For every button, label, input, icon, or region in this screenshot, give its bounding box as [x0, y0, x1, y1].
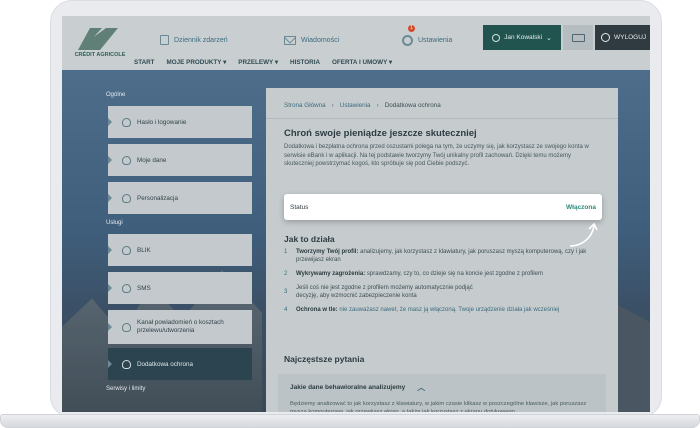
main-nav: START MOJE PRODUKTY ▾ PRZELEWY ▾ HISTORI…	[62, 54, 483, 70]
nav-item-history[interactable]: HISTORIA	[290, 59, 320, 66]
list-item: 2 Wykrywamy zagrożenia: sprawdzamy, czy …	[284, 270, 602, 278]
fingerprint-icon	[122, 193, 131, 203]
messages-link-label: Wiadomości	[301, 36, 340, 44]
step-text: Tworzymy Twój profil: analizujemy, jak k…	[296, 248, 602, 264]
chevron-up-icon: ︿	[417, 383, 426, 392]
sidebar-item-label: Hasło i logowanie	[137, 118, 187, 126]
list-item: 3 Jeśli coś nie jest zgodne z profilem m…	[284, 284, 602, 300]
step-number: 3	[284, 289, 288, 295]
sidebar-section-services: Usługi	[106, 220, 123, 226]
power-icon	[601, 33, 610, 42]
logo-mark-icon	[78, 28, 118, 50]
sidebar-item-password[interactable]: Hasło i logowanie	[108, 106, 252, 138]
step-text: Jeśli coś nie jest zgodne z profilem moż…	[296, 284, 496, 300]
status-value[interactable]: Włączona	[566, 204, 596, 211]
messages-link[interactable]: Wiadomości	[284, 32, 339, 48]
fingerprint-icon	[122, 322, 131, 332]
user-menu-button[interactable]: Jan Kowalski ⌄	[483, 25, 561, 50]
breadcrumb-separator-icon: ›	[376, 102, 379, 109]
sidebar-item-label: Personalizacja	[137, 194, 178, 202]
nav-item-offers[interactable]: OFERTA I UMOWY ▾	[332, 59, 392, 66]
step-text: Ochrona w tle: nie zauważasz nawet, że m…	[296, 306, 559, 314]
status-label: Status	[290, 203, 309, 211]
page-title: Chroń swoje pieniądze jeszcze skutecznie…	[284, 128, 477, 139]
how-it-works-title: Jak to działa	[284, 234, 335, 244]
faq-item[interactable]: Jakie dane behawioralne analizujemy ︿ Bę…	[278, 374, 606, 412]
settings-link-label: Ustawienia	[418, 36, 453, 44]
faq-question-label: Jakie dane behawioralne analizujemy	[290, 384, 406, 391]
step-number: 1	[284, 249, 288, 255]
user-icon	[492, 33, 501, 42]
sidebar-item-extra-protection[interactable]: Dodatkowa ochrona	[108, 348, 252, 380]
sidebar-item-label: BLIK	[137, 246, 151, 254]
nav-item-products[interactable]: MOJE PRODUKTY ▾	[167, 59, 227, 66]
step-body: sprawdzamy, czy to, co dzieje się na kon…	[365, 271, 543, 277]
sidebar-item-notification-channel[interactable]: Kanał powiadomień o kosztach przelewu/ut…	[108, 310, 252, 344]
sidebar-item-personalization[interactable]: Personalizacja	[108, 182, 252, 214]
breadcrumb-current: Dodatkowa ochrona	[384, 102, 441, 109]
transfer-icon	[571, 33, 585, 42]
sidebar-section-general: Ogólne	[106, 92, 126, 98]
fingerprint-icon	[122, 245, 131, 255]
calendar-icon	[160, 35, 169, 45]
faq-answer: Będziemy analizować to jak korzystasz z …	[290, 401, 587, 412]
settings-sidebar: Ogólne Hasło i logowanie Moje dane Perso…	[102, 70, 262, 412]
sidebar-item-blik[interactable]: BLIK	[108, 234, 252, 266]
page-description: Dodatkowa i bezpłatna ochrona przed oszu…	[284, 144, 589, 167]
history-link-label: Dziennik zdarzeń	[174, 36, 228, 44]
sidebar-item-label: Moje dane	[137, 156, 167, 164]
faq-title: Najczęstsze pytania	[284, 354, 365, 364]
sidebar-section-other: Serwisy i limity	[106, 386, 146, 392]
list-item: 4 Ochrona w tle: nie zauważasz nawet, że…	[284, 306, 602, 314]
step-number: 4	[284, 307, 288, 313]
gear-icon	[402, 34, 413, 46]
breadcrumb-settings[interactable]: Ustawienia	[340, 102, 371, 109]
fingerprint-icon	[122, 283, 131, 293]
pointer-arrow-icon	[569, 222, 598, 247]
laptop-base	[0, 414, 700, 428]
step-bold: Ochrona w tle:	[296, 307, 338, 313]
quick-transfer-button[interactable]	[563, 25, 593, 50]
step-body: Jeśli coś nie jest zgodne z profilem moż…	[296, 285, 473, 299]
fingerprint-icon	[122, 117, 131, 127]
sidebar-item-label: Dodatkowa ochrona	[137, 360, 194, 368]
breadcrumb: Strona Główna › Ustawienia › Dodatkowa o…	[284, 102, 441, 109]
main-panel: Strona Główna › Ustawienia › Dodatkowa o…	[266, 88, 618, 412]
step-bold: Wykrywamy zagrożenia:	[296, 271, 366, 277]
divider	[266, 118, 618, 119]
envelope-icon	[284, 35, 296, 45]
step-number: 2	[284, 271, 288, 277]
faq-question[interactable]: Jakie dane behawioralne analizujemy ︿	[290, 382, 425, 393]
status-card: Status Włączona	[284, 194, 602, 220]
step-bold: Tworzymy Twój profil:	[296, 249, 359, 255]
sidebar-item-my-data[interactable]: Moje dane	[108, 144, 252, 176]
settings-link[interactable]: Ustawienia	[402, 32, 452, 48]
step-body: nie zauważasz nawet, że masz ją włączoną…	[337, 307, 560, 313]
nav-item-transfers[interactable]: PRZELEWY ▾	[238, 59, 278, 66]
list-item: 1 Tworzymy Twój profil: analizujemy, jak…	[284, 248, 602, 264]
user-name: Jan Kowalski	[504, 34, 543, 41]
screen: CRÉDIT AGRICOLE Dziennik zdarzeń Wiadomo…	[62, 16, 650, 412]
step-text: Wykrywamy zagrożenia: sprawdzamy, czy to…	[296, 270, 543, 278]
logout-label: WYLOGUJ	[614, 34, 647, 41]
notification-badge: 1	[408, 25, 415, 32]
chevron-down-icon: ⌄	[546, 34, 552, 42]
sidebar-item-label: Kanał powiadomień o kosztach przelewu/ut…	[137, 319, 224, 334]
fingerprint-icon	[122, 359, 131, 369]
breadcrumb-home[interactable]: Strona Główna	[284, 102, 326, 109]
logout-button[interactable]: WYLOGUJ	[595, 25, 650, 50]
sidebar-item-label: SMS	[137, 284, 151, 292]
app-header: CRÉDIT AGRICOLE Dziennik zdarzeń Wiadomo…	[62, 16, 650, 70]
fingerprint-icon	[122, 155, 131, 165]
history-link[interactable]: Dziennik zdarzeń	[160, 32, 228, 48]
nav-item-start[interactable]: START	[134, 59, 155, 66]
breadcrumb-separator-icon: ›	[331, 102, 334, 109]
sidebar-item-sms[interactable]: SMS	[108, 272, 252, 304]
